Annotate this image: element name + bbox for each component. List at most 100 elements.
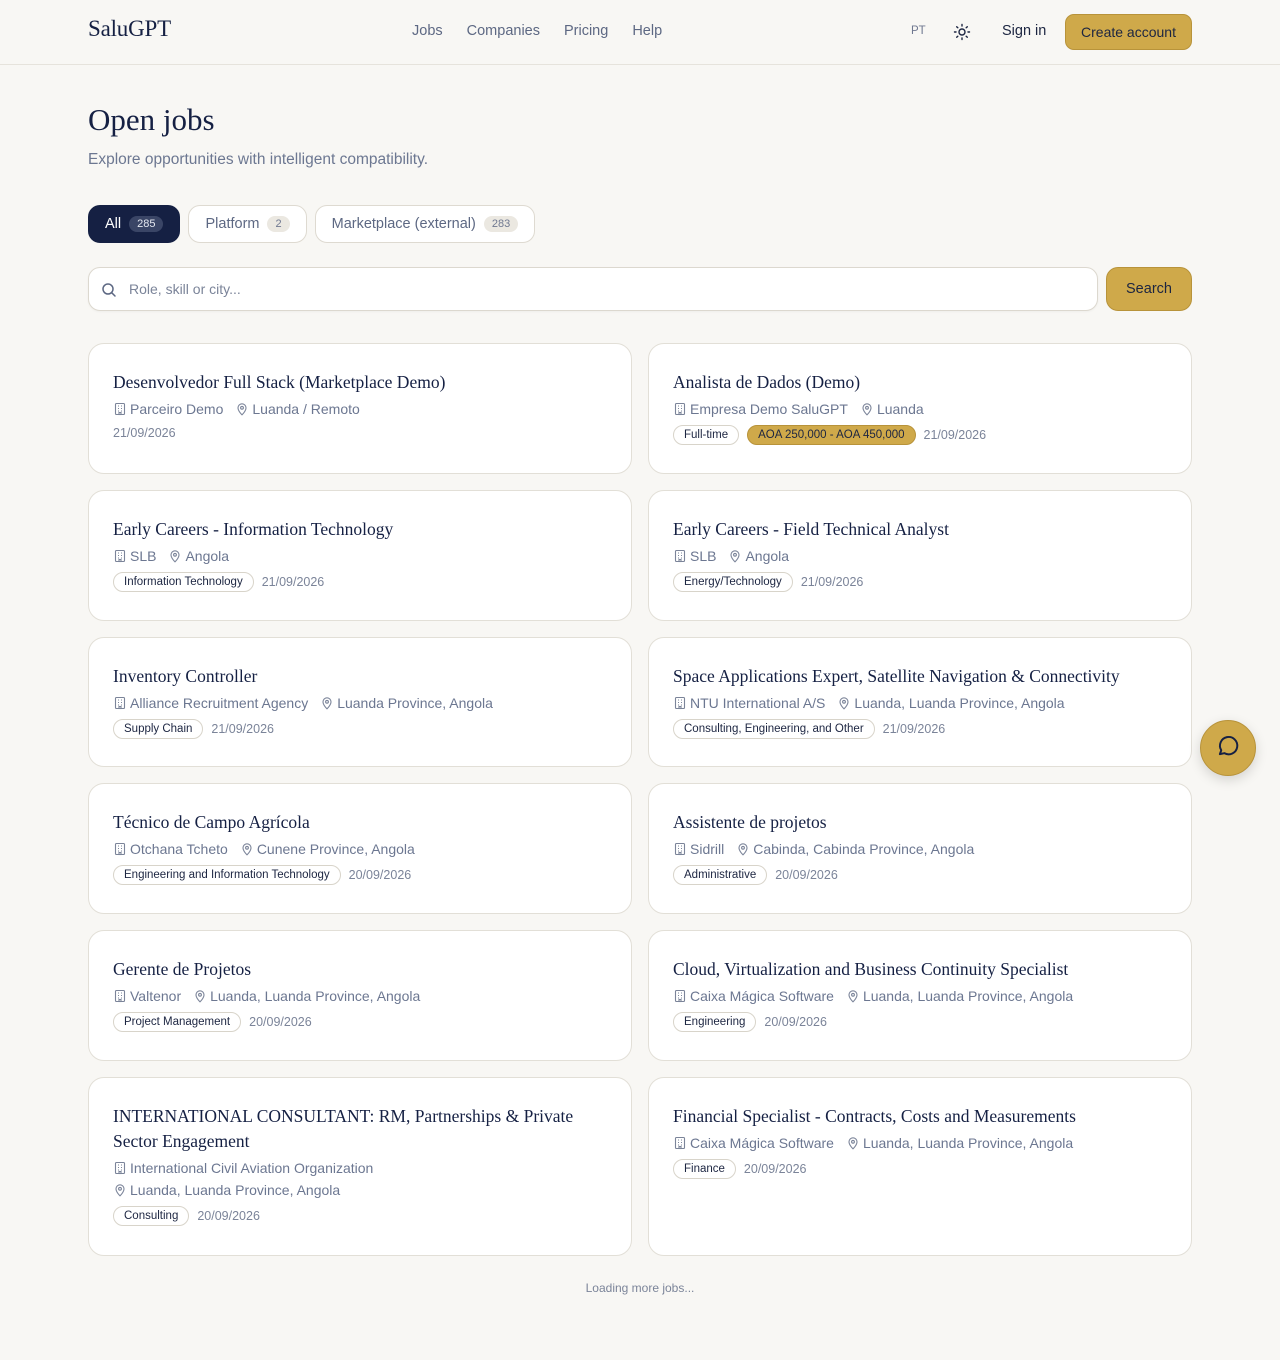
search-bar (88, 267, 1098, 311)
posted-date: 21/09/2026 (211, 722, 274, 736)
company: Otchana Tcheto (113, 841, 228, 857)
building-icon (673, 1136, 687, 1150)
posted-date: 20/09/2026 (348, 868, 412, 882)
location: Luanda, Luanda Province, Angola (846, 1135, 1073, 1151)
map-pin-icon (837, 696, 851, 710)
location: Luanda / Remoto (235, 401, 360, 417)
category-tag: Administrative (673, 865, 768, 885)
company-name: Caixa Mágica Software (690, 1135, 834, 1151)
posted-date: 21/09/2026 (882, 722, 946, 736)
nav-jobs[interactable]: Jobs (412, 23, 443, 39)
company-name: Valtenor (130, 988, 182, 1004)
company: SLB (673, 548, 716, 564)
location-name: Luanda, Luanda Province, Angola (862, 988, 1074, 1004)
company: Alliance Recruitment Agency (113, 695, 308, 711)
job-meta: Sidrill Cabinda, Cabinda Province, Angola (673, 841, 1167, 857)
company: Parceiro Demo (113, 401, 223, 417)
nav-help[interactable]: Help (632, 23, 662, 39)
company: NTU International A/S (673, 695, 825, 711)
building-icon (113, 549, 127, 563)
job-card[interactable]: Early Careers - Information Technology SL… (88, 490, 632, 621)
logo[interactable]: SaluGPT (88, 16, 171, 42)
job-meta: Otchana Tcheto Cunene Province, Angola (113, 841, 607, 857)
sign-in-link[interactable]: Sign in (1002, 23, 1046, 39)
job-card[interactable]: Early Careers - Field Technical Analyst S… (648, 490, 1192, 621)
company-name: Caixa Mágica Software (690, 988, 834, 1004)
job-meta: Valtenor Luanda, Luanda Province, Angola (113, 988, 607, 1004)
location: Luanda Province, Angola (320, 695, 493, 711)
chat-button[interactable] (1200, 720, 1256, 776)
job-card[interactable]: INTERNATIONAL CONSULTANT: RM, Partnershi… (88, 1077, 632, 1256)
job-title: Gerente de Projetos (113, 959, 252, 979)
job-title: Analista de Dados (Demo) (673, 372, 861, 392)
job-tags: Consulting, Engineering, and Other 21/09/… (673, 719, 1167, 739)
location-name: Angola (745, 548, 790, 564)
job-meta: Alliance Recruitment Agency Luanda Provin… (113, 695, 607, 711)
tab-marketplace[interactable]: Marketplace (external) 283 (314, 205, 536, 243)
tab-platform[interactable]: Platform 2 (188, 205, 307, 243)
job-tags: Energy/Technology 21/09/2026 (673, 572, 1167, 592)
map-pin-icon (240, 842, 254, 856)
job-card[interactable]: Desenvolvedor Full Stack (Marketplace De… (88, 343, 632, 474)
job-card[interactable]: Space Applications Expert, Satellite Nav… (648, 637, 1192, 767)
count-badge: 2 (267, 216, 290, 232)
job-title: Early Careers - Field Technical Analyst (673, 519, 949, 539)
company: Caixa Mágica Software (673, 1135, 834, 1151)
nav-companies[interactable]: Companies (467, 23, 540, 39)
job-title: Financial Specialist - Contracts, Costs … (673, 1106, 1076, 1126)
building-icon (113, 1161, 127, 1175)
posted-date: 21/09/2026 (261, 575, 325, 589)
map-pin-icon (846, 1136, 860, 1150)
job-title: Assistente de projetos (673, 812, 827, 832)
tab-label: Marketplace (external) (331, 216, 476, 232)
map-pin-icon (235, 402, 249, 416)
location: Luanda, Luanda Province, Angola (193, 988, 420, 1004)
category-tag: Supply Chain (113, 719, 204, 739)
job-tags: Supply Chain 21/09/2026 (113, 719, 607, 739)
building-icon (673, 989, 687, 1003)
job-card[interactable]: Gerente de Projetos Valtenor Luanda, Luand… (88, 930, 632, 1061)
search-input[interactable] (129, 268, 1079, 310)
nav-pricing[interactable]: Pricing (564, 23, 608, 39)
search-button[interactable]: Search (1106, 267, 1192, 311)
map-pin-icon (728, 549, 742, 563)
posted-date: 20/09/2026 (197, 1209, 260, 1223)
company: SLB (113, 548, 156, 564)
job-tags: Full-time AOA 250,000 - AOA 450,000 21/09/… (673, 425, 1167, 445)
map-pin-icon (113, 1183, 127, 1197)
tab-all[interactable]: All 285 (88, 205, 181, 243)
location-name: Luanda, Luanda Province, Angola (862, 1135, 1074, 1151)
job-tags: Engineering and Information Technology 20… (113, 865, 607, 885)
job-card[interactable]: Cloud, Virtualization and Business Conti… (648, 930, 1192, 1061)
company: Caixa Mágica Software (673, 988, 834, 1004)
company-name: NTU International A/S (690, 695, 826, 711)
job-meta: Caixa Mágica Software Luanda, Luanda Prov… (673, 1135, 1167, 1151)
count-badge: 285 (129, 216, 164, 232)
job-tags: Consulting 20/09/2026 (113, 1206, 607, 1226)
location: Luanda, Luanda Province, Angola (113, 1182, 340, 1198)
job-tags: Engineering 20/09/2026 (673, 1012, 1167, 1032)
map-pin-icon (860, 402, 874, 416)
job-title: Space Applications Expert, Satellite Nav… (673, 666, 1120, 686)
job-card[interactable]: Analista de Dados (Demo) Empresa Demo Sal… (648, 343, 1192, 474)
location: Luanda (860, 401, 924, 417)
job-card[interactable]: Inventory Controller Alliance Recruitment… (88, 637, 632, 767)
create-account-button[interactable]: Create account (1065, 14, 1192, 50)
posted-date: 21/09/2026 (113, 426, 176, 440)
language-toggle[interactable]: PT (911, 25, 926, 37)
job-meta: SLB Angola (113, 548, 607, 564)
building-icon (673, 696, 687, 710)
location: Luanda, Luanda Province, Angola (837, 695, 1065, 711)
job-card[interactable]: Assistente de projetos Sidrill Cabinda, Ca… (648, 783, 1192, 914)
building-icon (113, 402, 127, 416)
category-tag: Project Management (113, 1012, 242, 1032)
job-tags: Project Management 20/09/2026 (113, 1012, 607, 1032)
category-tag: Consulting (113, 1206, 190, 1226)
sun-icon[interactable] (953, 23, 971, 41)
job-meta: Caixa Mágica Software Luanda, Luanda Prov… (673, 988, 1167, 1004)
posted-date: 20/09/2026 (764, 1015, 827, 1029)
job-title: INTERNATIONAL CONSULTANT: RM, Partnershi… (113, 1106, 574, 1151)
posted-date: 20/09/2026 (775, 868, 838, 882)
job-card[interactable]: Técnico de Campo Agrícola Otchana Tcheto C… (88, 783, 632, 914)
job-card[interactable]: Financial Specialist - Contracts, Costs … (648, 1077, 1192, 1256)
